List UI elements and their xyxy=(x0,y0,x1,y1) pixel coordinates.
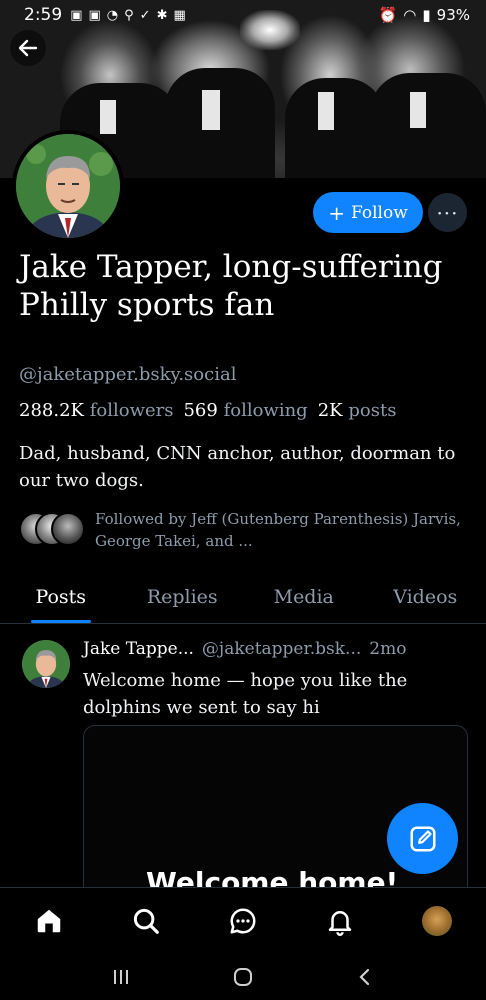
bottom-navigation xyxy=(0,887,486,953)
home-button-icon[interactable] xyxy=(231,965,255,989)
compose-button[interactable] xyxy=(387,803,458,874)
nav-notifications[interactable] xyxy=(292,906,389,936)
followers-label: followers xyxy=(89,400,174,421)
follow-label: Follow xyxy=(351,202,408,223)
search-app-icon: ⚲ xyxy=(124,7,134,23)
profile-avatar xyxy=(422,905,453,936)
back-button[interactable] xyxy=(10,30,46,66)
search-icon xyxy=(133,908,159,934)
nav-chat[interactable] xyxy=(194,906,291,936)
status-bar: 2:59 ▣ ▣ ◔ ⚲ ✓ ✱ ▦ ⏰ ◠ ▮ 93% xyxy=(0,0,486,30)
plus-icon: + xyxy=(328,200,345,225)
avatar-illustration xyxy=(16,134,120,238)
more-options-button[interactable]: ··· xyxy=(428,193,467,232)
tab-replies[interactable]: Replies xyxy=(122,570,244,623)
follow-button[interactable]: + Follow xyxy=(313,192,423,233)
posts-count: 2K xyxy=(317,400,343,421)
signal-icon: ▮ xyxy=(422,6,431,24)
compose-icon xyxy=(410,826,435,851)
profile-handle: @jaketapper.bsky.social xyxy=(19,364,237,385)
home-icon xyxy=(37,909,60,932)
notification-icons: ▣ ▣ ◔ ⚲ ✓ ✱ ▦ xyxy=(70,8,186,23)
post-header: Jake Tappe... @jaketapper.bsk... 2mo xyxy=(83,639,475,659)
post-author-handle[interactable]: @jaketapper.bsk... xyxy=(202,639,361,659)
ellipsis-icon: ··· xyxy=(436,200,459,225)
following-stat[interactable]: 569 following xyxy=(183,400,309,421)
avatar-illustration xyxy=(22,640,70,688)
post-author-avatar[interactable] xyxy=(22,640,70,688)
post-timestamp[interactable]: 2mo xyxy=(369,639,406,659)
system-icons: ⏰ ◠ ▮ 93% xyxy=(379,6,470,24)
tab-videos[interactable]: Videos xyxy=(365,570,486,623)
banner-shirt xyxy=(318,92,334,130)
followers-count: 288.2K xyxy=(19,400,84,421)
following-count: 569 xyxy=(183,400,218,421)
app-icon: ✱ xyxy=(156,7,168,23)
posts-stat: 2K posts xyxy=(318,400,399,421)
bell-icon xyxy=(328,910,352,936)
status-time: 2:59 xyxy=(24,5,63,25)
banner-shirt xyxy=(410,92,426,128)
followers-stat[interactable]: 288.2K followers xyxy=(19,400,175,421)
followed-by[interactable]: Followed by Jeff (Gutenberg Parenthesis)… xyxy=(19,508,475,552)
battery-level: 93% xyxy=(436,6,470,24)
follower-avatar xyxy=(51,512,85,546)
alarm-icon: ⏰ xyxy=(378,6,398,24)
nav-profile[interactable] xyxy=(389,905,486,936)
tab-posts[interactable]: Posts xyxy=(0,570,122,623)
nav-home[interactable] xyxy=(0,906,97,936)
banner-figure xyxy=(165,68,275,178)
posts-label: posts xyxy=(348,400,397,421)
chat-icon xyxy=(230,908,256,934)
banner-shirt xyxy=(202,90,220,130)
followed-by-text: Followed by Jeff (Gutenberg Parenthesis)… xyxy=(95,510,461,550)
banner-figure xyxy=(370,73,486,178)
app-icon: ◔ xyxy=(106,7,119,23)
message-icon: ▣ xyxy=(88,7,101,23)
grid-icon: ▦ xyxy=(173,7,186,23)
message-icon: ▣ xyxy=(70,7,83,23)
check-icon: ✓ xyxy=(139,7,151,23)
recent-apps-icon[interactable] xyxy=(109,967,133,987)
tab-media[interactable]: Media xyxy=(243,570,365,623)
post-text: Welcome home — hope you like the dolphin… xyxy=(83,670,408,718)
post-author-name[interactable]: Jake Tappe... xyxy=(83,639,194,659)
system-navigation xyxy=(0,953,486,1000)
followed-by-avatars xyxy=(19,508,89,548)
arrow-left-icon xyxy=(18,39,38,57)
wifi-icon: ◠ xyxy=(403,6,417,24)
profile-stats: 288.2K followers 569 following 2K posts xyxy=(19,400,398,421)
profile-bio: Dad, husband, CNN anchor, author, doorma… xyxy=(19,443,456,491)
following-label: following xyxy=(223,400,308,421)
nav-search[interactable] xyxy=(97,906,194,936)
system-back-icon[interactable] xyxy=(353,965,377,989)
banner-shirt xyxy=(100,100,116,134)
profile-avatar[interactable] xyxy=(12,130,124,242)
display-name: Jake Tapper, long-suffering Philly sport… xyxy=(19,249,443,323)
profile-tabs: Posts Replies Media Videos xyxy=(0,570,486,624)
